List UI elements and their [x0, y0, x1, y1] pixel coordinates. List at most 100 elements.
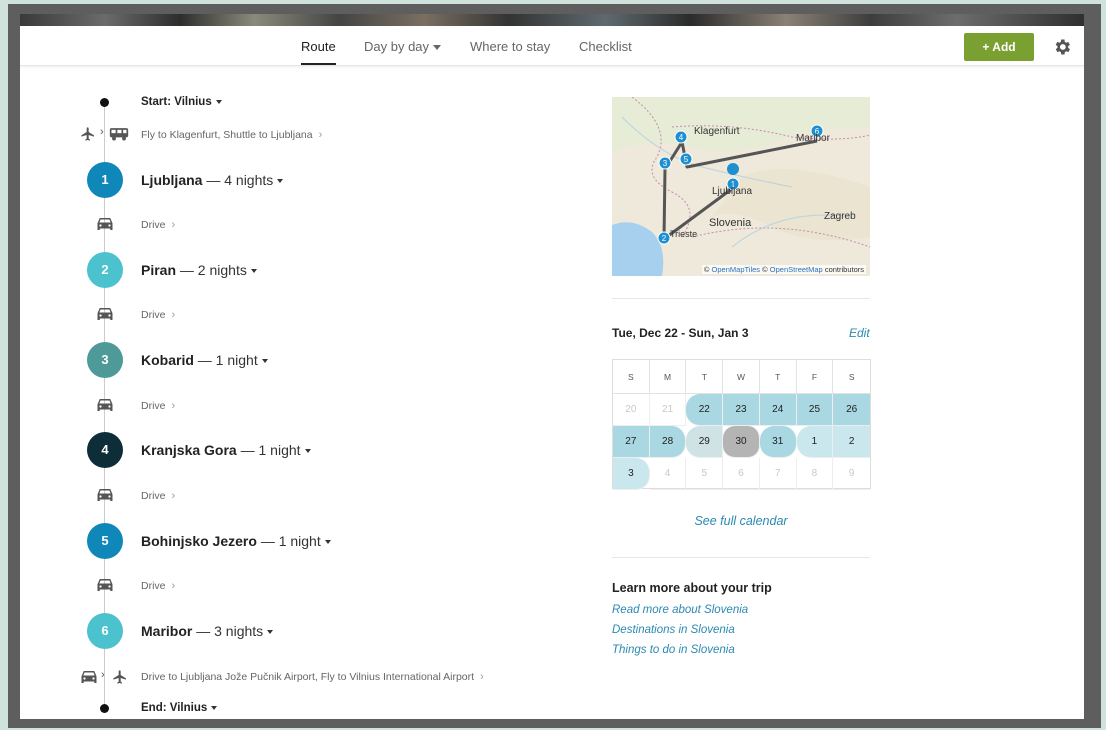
add-button[interactable]: + Add — [964, 33, 1034, 61]
calendar-day[interactable]: 4 — [649, 458, 687, 490]
openstreetmap-link[interactable]: OpenStreetMap — [770, 265, 823, 274]
calendar-day[interactable]: 24 — [759, 394, 797, 426]
calendar-day[interactable]: 30 — [723, 426, 760, 458]
stop-nights: — 4 nights — [206, 172, 274, 188]
calendar-day[interactable]: 21 — [649, 394, 687, 426]
map-pin-3[interactable]: 3 — [658, 156, 672, 170]
calendar-day[interactable]: 6 — [723, 458, 760, 490]
plane-icon — [113, 670, 126, 684]
trip-page: Route Day by day Where to stay Checklist… — [20, 26, 1084, 719]
calendar-day[interactable]: 3 — [613, 458, 650, 490]
leg-drive-1[interactable]: Drive › — [141, 219, 175, 231]
stop-nights: — 1 night — [260, 533, 321, 549]
map-pin-5-label: 5 — [684, 155, 689, 164]
stop-name: Ljubljana — [141, 172, 203, 188]
calendar-weekdays: S M T W T F S — [613, 360, 871, 394]
leg-drive-fly[interactable]: Drive to Ljubljana Jože Pučnik Airport, … — [141, 671, 484, 683]
tab-day-by-day[interactable]: Day by day — [364, 39, 442, 54]
map-pin-2[interactable]: 2 — [657, 231, 671, 245]
calendar-day[interactable]: 25 — [796, 394, 834, 426]
see-full-calendar-link[interactable]: See full calendar — [612, 514, 870, 528]
shuttle-icon — [109, 128, 129, 141]
map-canvas: 1 2 3 4 5 6 Klagenfurt Maribor Ljubljana… — [612, 97, 870, 276]
calendar-day[interactable]: 26 — [833, 394, 871, 426]
stop-name: Kobarid — [141, 352, 194, 368]
stop-number-6: 6 — [87, 613, 123, 649]
things-to-do-link[interactable]: Things to do in Slovenia — [612, 644, 735, 656]
car-icon — [97, 579, 113, 591]
map-pin-2-label: 2 — [662, 234, 667, 243]
leg-fly-shuttle[interactable]: Fly to Klagenfurt, Shuttle to Ljubljana › — [141, 129, 322, 141]
leg-label: Drive — [141, 490, 166, 502]
calendar-day[interactable]: 31 — [759, 426, 797, 458]
map-attribution: © OpenMapTiles © OpenStreetMap contribut… — [701, 265, 866, 274]
chevron-right-icon: › — [480, 671, 484, 683]
destinations-link[interactable]: Destinations in Slovenia — [612, 624, 735, 636]
arrow-right-icon: › — [100, 126, 104, 138]
calendar-day[interactable]: 22 — [686, 394, 724, 426]
leg-drive-2[interactable]: Drive › — [141, 309, 175, 321]
weekday-label: S — [613, 360, 650, 394]
calendar-day[interactable]: 29 — [686, 426, 724, 458]
calendar-day[interactable]: 5 — [686, 458, 724, 490]
stop-name: Maribor — [141, 623, 193, 639]
map-pin-5[interactable]: 5 — [679, 152, 693, 166]
stop-number-2: 2 — [87, 252, 123, 288]
calendar-day[interactable]: 8 — [796, 458, 834, 490]
start-location[interactable]: Start: Vilnius — [141, 96, 222, 108]
calendar-day[interactable]: 7 — [759, 458, 797, 490]
route-map[interactable]: 1 2 3 4 5 6 Klagenfurt Maribor Ljubljana… — [612, 97, 870, 276]
leg-label: Drive to Ljubljana Jože Pučnik Airport, … — [141, 671, 475, 683]
chevron-right-icon: › — [171, 309, 176, 321]
leg-drive-3[interactable]: Drive › — [141, 400, 175, 412]
stop-kranjska-gora[interactable]: Kranjska Gora — 1 night — [141, 442, 311, 458]
calendar-day[interactable]: 23 — [723, 394, 760, 426]
weekday-label: T — [759, 360, 797, 394]
map-label-zagreb: Zagreb — [824, 211, 856, 222]
tab-checklist[interactable]: Checklist — [579, 39, 632, 54]
caret-down-icon — [261, 359, 268, 364]
map-label-ljubljana: Ljubljana — [712, 186, 752, 197]
caret-down-icon — [304, 449, 311, 454]
start-dot — [100, 98, 109, 107]
gear-icon[interactable] — [1052, 37, 1072, 57]
stop-nights: — 1 night — [197, 352, 258, 368]
stop-number-5: 5 — [87, 523, 123, 559]
map-pin-4-label: 4 — [679, 133, 684, 142]
openmaptiles-link[interactable]: OpenMapTiles — [712, 265, 761, 274]
stop-maribor[interactable]: Maribor — 3 nights — [141, 623, 274, 639]
end-location[interactable]: End: Vilnius — [141, 702, 218, 714]
map-label-klagenfurt: Klagenfurt — [694, 126, 740, 137]
calendar-day[interactable]: 2 — [833, 426, 871, 458]
leg-drive-5[interactable]: Drive › — [141, 580, 175, 592]
calendar-day[interactable]: 28 — [649, 426, 687, 458]
stop-ljubljana[interactable]: Ljubljana — 4 nights — [141, 172, 284, 188]
stop-kobarid[interactable]: Kobarid — 1 night — [141, 352, 268, 368]
map-label-trieste: Trieste — [670, 229, 697, 239]
stop-bohinjsko-jezero[interactable]: Bohinjsko Jezero — 1 night — [141, 533, 331, 549]
calendar-day[interactable]: 9 — [833, 458, 871, 490]
stop-number-3: 3 — [87, 342, 123, 378]
chevron-right-icon: › — [171, 580, 176, 592]
leg-drive-4[interactable]: Drive › — [141, 490, 175, 502]
chevron-right-icon: › — [318, 129, 323, 141]
map-pin-4[interactable]: 4 — [674, 130, 688, 144]
calendar-day[interactable]: 1 — [796, 426, 834, 458]
car-icon — [97, 489, 113, 501]
tab-route[interactable]: Route — [301, 39, 336, 65]
stop-piran[interactable]: Piran — 2 nights — [141, 262, 257, 278]
weekday-label: S — [833, 360, 871, 394]
car-icon — [81, 671, 97, 683]
chevron-right-icon: › — [171, 400, 176, 412]
learn-more-heading: Learn more about your trip — [612, 581, 772, 595]
calendar-day[interactable]: 27 — [613, 426, 650, 458]
read-more-link[interactable]: Read more about Slovenia — [612, 604, 748, 616]
calendar-day[interactable]: 20 — [613, 394, 650, 426]
map-label-slovenia: Slovenia — [709, 217, 752, 229]
stop-name: Bohinjsko Jezero — [141, 533, 257, 549]
tab-where-to-stay[interactable]: Where to stay — [470, 39, 550, 54]
plane-icon — [81, 127, 94, 141]
edit-dates-link[interactable]: Edit — [849, 326, 870, 340]
attribution-suffix: contributors — [824, 265, 864, 274]
stop-name: Kranjska Gora — [141, 442, 237, 458]
